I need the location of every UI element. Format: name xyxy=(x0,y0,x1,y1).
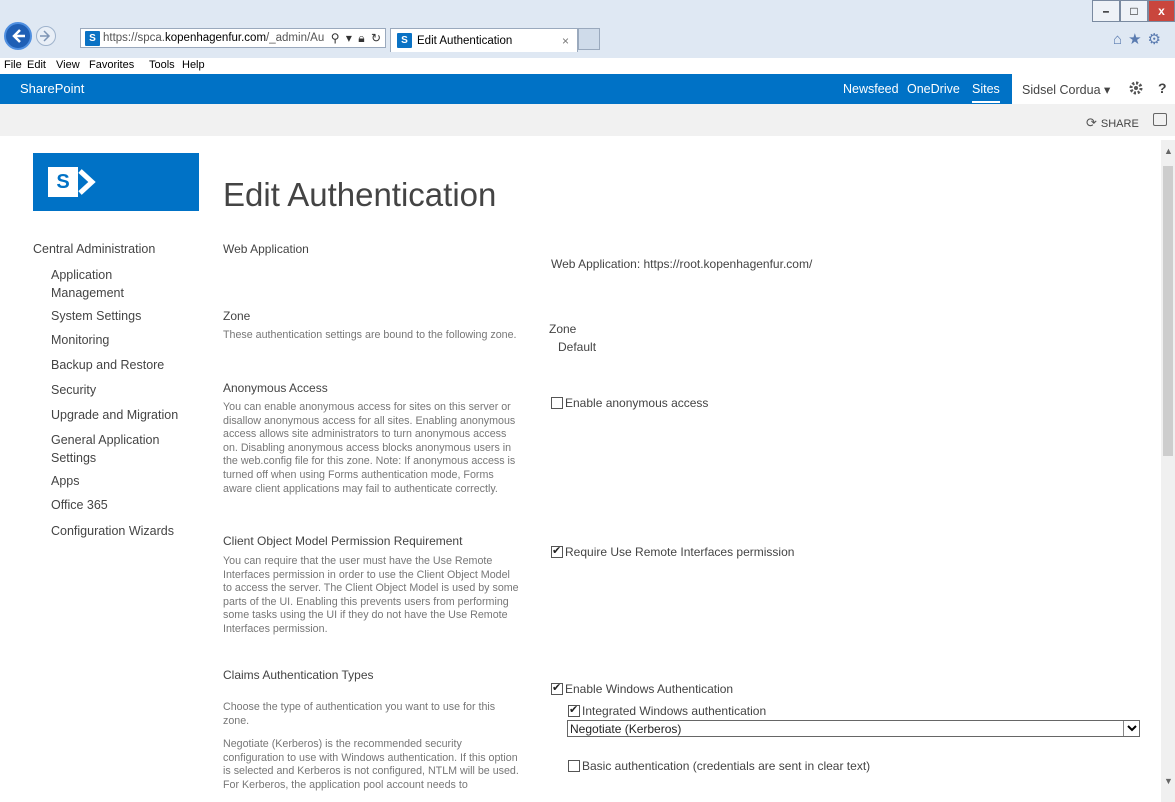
home-icon[interactable]: ⌂ xyxy=(1113,31,1128,48)
tab-title: Edit Authentication xyxy=(417,35,513,47)
help-icon[interactable]: ? xyxy=(1158,80,1167,96)
web-application-value: Web Application: https://root.kopenhagen… xyxy=(551,257,813,271)
user-menu[interactable]: Sidsel Cordua ▾ xyxy=(1022,82,1110,97)
enable-anonymous-access-checkbox[interactable]: Enable anonymous access xyxy=(551,396,708,410)
integrated-windows-auth-checkbox[interactable]: Integrated Windows authentication xyxy=(568,703,767,718)
ql-item-monitoring[interactable]: Monitoring xyxy=(51,331,183,349)
integrated-windows-auth-label: Integrated Windows authentication xyxy=(582,704,767,718)
sharepoint-favicon-icon: S xyxy=(85,31,100,46)
suite-bar: SharePoint Newsfeed OneDrive Sites Sidse… xyxy=(0,74,1175,104)
ribbon: ⟳ SHARE xyxy=(0,104,1175,136)
menu-view[interactable]: View xyxy=(56,59,80,71)
suite-link-newsfeed[interactable]: Newsfeed xyxy=(843,82,899,96)
require-remote-interfaces-checkbox[interactable]: Require Use Remote Interfaces permission xyxy=(551,544,795,559)
section-desc-zone: These authentication settings are bound … xyxy=(223,329,517,341)
ql-item-apps[interactable]: Apps xyxy=(51,472,183,490)
arrow-right-icon xyxy=(40,30,51,42)
checkbox-unchecked-icon xyxy=(551,397,563,409)
ql-item-general-application-settings[interactable]: General Application Settings xyxy=(51,431,183,467)
quick-launch: Central Administration Application Manag… xyxy=(33,242,183,538)
close-window-button[interactable]: x xyxy=(1148,0,1175,22)
zone-label: Zone xyxy=(549,322,577,336)
section-title-client-object-model: Client Object Model Permission Requireme… xyxy=(223,534,463,548)
browser-titlebar: S https://spca.kopenhagenfur.com/_admin/… xyxy=(0,0,1175,58)
back-button[interactable] xyxy=(4,22,32,50)
menu-help[interactable]: Help xyxy=(182,59,205,71)
enable-windows-auth-checkbox[interactable]: Enable Windows Authentication xyxy=(551,681,734,696)
section-title-web-application: Web Application xyxy=(223,242,309,256)
menu-file[interactable]: File xyxy=(4,59,22,71)
focus-on-content-icon[interactable] xyxy=(1153,113,1167,126)
ql-item-security[interactable]: Security xyxy=(51,381,183,399)
lock-icon[interactable]: 🔒︎ xyxy=(358,31,364,45)
section-title-claims-authentication: Claims Authentication Types xyxy=(223,668,374,682)
address-bar[interactable]: S https://spca.kopenhagenfur.com/_admin/… xyxy=(80,28,386,48)
enable-anonymous-access-label: Enable anonymous access xyxy=(565,396,709,410)
user-area: Sidsel Cordua ▾ ? xyxy=(1012,74,1175,104)
scroll-up-icon[interactable]: ▲ xyxy=(1164,146,1173,156)
page-scrollbar[interactable]: ▲ ▼ xyxy=(1161,140,1175,802)
claims-desc-paragraph-2: Negotiate (Kerberos) is the recommended … xyxy=(223,738,519,791)
address-bar-icons: ⚲ ▾ 🔒︎ ↻ xyxy=(328,31,381,46)
share-label: SHARE xyxy=(1100,118,1139,130)
zone-value: Default xyxy=(558,340,597,354)
sharepoint-logo-icon: S xyxy=(48,167,78,197)
enable-windows-auth-label: Enable Windows Authentication xyxy=(565,682,734,696)
basic-auth-label: Basic authentication (credentials are se… xyxy=(582,759,871,773)
browser-toolbar-icons: ⌂★⚙ xyxy=(1113,30,1167,48)
forward-button[interactable] xyxy=(36,26,56,46)
browser-menubar: File Edit View Favorites Tools Help xyxy=(0,58,1175,74)
checkbox-checked-icon xyxy=(551,681,563,695)
auth-method-selected-value: Negotiate (Kerberos) xyxy=(570,722,682,736)
checkbox-unchecked-icon xyxy=(568,760,580,772)
maximize-button[interactable]: □ xyxy=(1120,0,1148,22)
minimize-button[interactable]: – xyxy=(1092,0,1120,22)
arrow-left-icon xyxy=(12,29,25,43)
search-icon[interactable]: ⚲ xyxy=(331,31,340,45)
quick-launch-header[interactable]: Central Administration xyxy=(33,242,183,256)
auth-method-select[interactable]: Negotiate (Kerberos) xyxy=(567,720,1140,737)
share-icon: ⟳ xyxy=(1086,115,1097,130)
claims-desc-paragraph-1: Choose the type of authentication you wa… xyxy=(223,701,496,727)
ql-item-system-settings[interactable]: System Settings xyxy=(51,307,183,325)
url-text: https://spca.kopenhagenfur.com/_admin/Au xyxy=(103,32,325,44)
dropdown-arrow-icon[interactable]: ▾ xyxy=(346,31,352,45)
section-title-anonymous-access: Anonymous Access xyxy=(223,381,328,395)
tab-close-icon[interactable]: × xyxy=(562,34,569,48)
basic-auth-checkbox[interactable]: Basic authentication (credentials are se… xyxy=(568,759,870,773)
favorites-star-icon[interactable]: ★ xyxy=(1128,31,1147,48)
browser-tab[interactable]: S Edit Authentication × xyxy=(390,28,578,52)
page-title: Edit Authentication xyxy=(223,176,497,213)
tools-gear-icon[interactable]: ⚙ xyxy=(1148,31,1167,48)
ql-item-upgrade-and-migration[interactable]: Upgrade and Migration xyxy=(51,406,183,424)
scroll-down-icon[interactable]: ▼ xyxy=(1164,776,1173,786)
suite-link-onedrive[interactable]: OneDrive xyxy=(907,82,960,96)
menu-tools[interactable]: Tools xyxy=(149,59,175,71)
section-title-zone: Zone xyxy=(223,309,251,323)
chevron-down-icon[interactable] xyxy=(1123,721,1139,736)
ql-item-application-management[interactable]: Application Management xyxy=(51,266,183,302)
ql-item-office-365[interactable]: Office 365 xyxy=(51,496,183,514)
settings-gear-icon[interactable] xyxy=(1128,80,1144,96)
sharepoint-logo-arrow-icon xyxy=(78,169,96,195)
refresh-icon[interactable]: ↻ xyxy=(371,31,381,45)
section-desc-claims-authentication: Choose the type of authentication you wa… xyxy=(223,701,521,802)
require-remote-interfaces-label: Require Use Remote Interfaces permission xyxy=(565,545,795,559)
menu-favorites[interactable]: Favorites xyxy=(89,59,134,71)
scrollbar-thumb[interactable] xyxy=(1163,166,1173,456)
share-button[interactable]: ⟳ SHARE xyxy=(1086,115,1139,131)
new-tab-button[interactable] xyxy=(578,28,600,50)
ql-item-backup-and-restore[interactable]: Backup and Restore xyxy=(51,356,183,374)
sharepoint-tab-favicon-icon: S xyxy=(397,33,412,48)
menu-edit[interactable]: Edit xyxy=(27,59,46,71)
ql-item-configuration-wizards[interactable]: Configuration Wizards xyxy=(51,522,183,540)
section-desc-client-object-model: You can require that the user must have … xyxy=(223,555,519,635)
checkbox-checked-icon xyxy=(551,544,563,558)
section-desc-anonymous-access: You can enable anonymous access for site… xyxy=(223,401,516,495)
suite-link-sites[interactable]: Sites xyxy=(972,82,1000,103)
site-logo[interactable]: S xyxy=(33,153,199,211)
checkbox-checked-icon xyxy=(568,703,580,717)
brand-sharepoint[interactable]: SharePoint xyxy=(20,81,84,96)
